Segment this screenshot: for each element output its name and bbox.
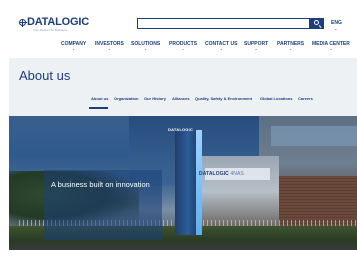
nav-item-support[interactable]: SUPPORT ⌄ — [244, 41, 268, 52]
hero-building — [199, 156, 279, 226]
datalogic-logo[interactable]: DATALOGIC Your Partner for Business — [19, 16, 99, 34]
hero-building-windows — [271, 126, 357, 146]
building-sign-text: DATALOGIC 4NAS — [199, 171, 244, 177]
chevron-down-icon: ⌄ — [107, 47, 111, 51]
building-sign-suffix: 4NAS — [230, 171, 244, 177]
subnav-active-indicator — [89, 107, 108, 109]
chevron-down-icon: ⌄ — [72, 47, 76, 51]
main-nav: COMPANY ⌄ INVESTORS ⌄ SOLUTIONS ⌄ PRODUC… — [0, 41, 357, 55]
nav-item-investors[interactable]: INVESTORS ⌄ — [95, 41, 124, 52]
tower-sign-text: DATALOGIC — [168, 127, 193, 132]
nav-item-partners[interactable]: PARTNERS ⌄ — [277, 41, 304, 52]
logo-tagline: Your Partner for Business — [33, 28, 68, 32]
sub-navigation: About us Organization Our History Allian… — [0, 96, 357, 110]
subnav-item-about-us[interactable]: About us — [91, 96, 108, 101]
chevron-down-icon: ⌄ — [334, 26, 338, 31]
site-header: DATALOGIC Your Partner for Business ENG … — [0, 0, 357, 58]
search-button[interactable] — [310, 18, 324, 29]
subnav-item-organization[interactable]: Organization — [114, 96, 138, 101]
building-sign-brand: DATALOGIC — [199, 171, 229, 177]
nav-item-contact-us[interactable]: CONTACT US ⌄ — [205, 41, 237, 52]
nav-item-products[interactable]: PRODUCTS ⌄ — [169, 41, 197, 52]
nav-item-media-center[interactable]: MEDIA CENTER ⌄ — [312, 41, 350, 52]
subnav-item-global-locations[interactable]: Global Locations — [260, 96, 292, 101]
chevron-down-icon: ⌄ — [329, 47, 333, 51]
nav-item-company[interactable]: COMPANY ⌄ — [61, 41, 86, 52]
chevron-down-icon: ⌄ — [289, 47, 293, 51]
hero-headline: A business built on innovation — [51, 180, 150, 189]
subnav-item-our-history[interactable]: Our History — [144, 96, 166, 101]
nav-item-solutions[interactable]: SOLUTIONS ⌄ — [131, 41, 160, 52]
logo-mark-icon — [19, 19, 27, 27]
subnav-item-careers[interactable]: Careers — [298, 96, 313, 101]
chevron-down-icon: ⌄ — [219, 47, 223, 51]
chevron-down-icon: ⌄ — [254, 47, 258, 51]
search-input[interactable] — [137, 18, 310, 29]
subnav-item-alliances[interactable]: Alliances — [172, 96, 190, 101]
chevron-down-icon: ⌄ — [144, 47, 148, 51]
logo-wordmark: DATALOGIC — [27, 16, 89, 28]
subnav-item-quality-safety-environment[interactable]: Quality, Safety & Environment — [195, 96, 252, 101]
chevron-down-icon: ⌄ — [181, 47, 185, 51]
page-title: About us — [19, 68, 71, 83]
hero-sign-tower-light — [196, 130, 202, 235]
search-icon — [314, 20, 319, 25]
hero-brick-wall — [279, 176, 357, 226]
